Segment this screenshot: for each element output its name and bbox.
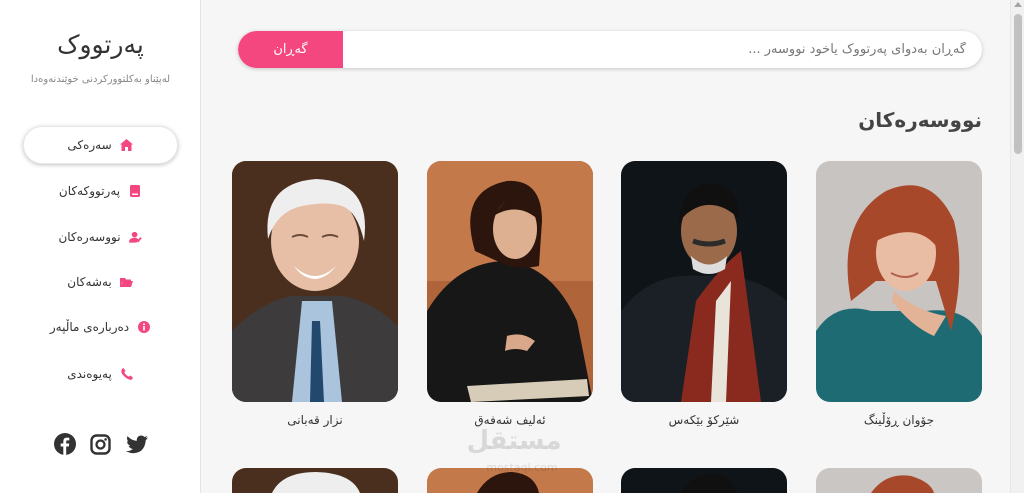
author-name: شێرکۆ بێکەس (668, 413, 740, 427)
author-name: جۆوان ڕۆڵینگ (863, 413, 935, 427)
brand-tagline: لەپێناو بەکلتوورکردنی خوێندنەوەدا (30, 74, 171, 85)
sidebar-item-contact[interactable]: پەیوەندی (23, 355, 178, 393)
brand-logo[interactable]: پەرتووک (0, 30, 201, 59)
search-input[interactable] (343, 31, 982, 68)
section-title-authors: نووسەرەکان (858, 108, 982, 132)
sidebar-item-about[interactable]: دەربارەی ماڵپەر (23, 308, 178, 346)
twitter-icon[interactable] (125, 433, 148, 455)
sidebar-item-home[interactable]: سەرەکی (23, 126, 178, 164)
author-photo (232, 468, 398, 493)
author-card[interactable] (232, 468, 398, 493)
facebook-icon[interactable] (53, 433, 76, 455)
home-icon (120, 138, 134, 152)
social-links (0, 433, 201, 455)
author-card[interactable] (816, 468, 982, 493)
search-bar: گەڕان (238, 31, 982, 68)
folder-icon (120, 275, 134, 289)
author-photo (427, 161, 593, 402)
author-name: ئەلیف شەفەق (474, 413, 546, 427)
sidebar-item-books[interactable]: پەرتووکەکان (23, 172, 178, 210)
author-card[interactable]: شێرکۆ بێکەس (621, 161, 787, 427)
author-card[interactable]: ئەلیف شەفەق (427, 161, 593, 427)
author-photo (621, 161, 787, 402)
author-card[interactable]: نزار قەبانی (232, 161, 398, 427)
watermark-url: mostaql.com (486, 461, 558, 474)
sidebar-item-label: پەرتووکەکان (58, 184, 121, 198)
phone-icon (120, 367, 134, 381)
sidebar-item-label: نووسەرەکان (58, 230, 121, 244)
sidebar-item-label: پەیوەندی (67, 367, 112, 381)
author-photo (232, 161, 398, 402)
sidebar-item-authors[interactable]: نووسەرەکان (23, 218, 178, 256)
scroll-thumb[interactable] (1014, 14, 1022, 154)
author-photo (816, 468, 982, 493)
author-name: نزار قەبانی (287, 413, 343, 427)
book-icon (128, 184, 142, 198)
sidebar-item-label: دەربارەی ماڵپەر (49, 320, 130, 334)
author-photo (621, 468, 787, 493)
sidebar-item-label: سەرەکی (67, 138, 112, 152)
main-content: گەڕان نووسەرەکان جۆوان ڕۆڵینگ (202, 0, 1010, 493)
author-card[interactable]: جۆوان ڕۆڵینگ (816, 161, 982, 427)
author-card[interactable] (621, 468, 787, 493)
author-photo (816, 161, 982, 402)
sidebar-item-label: بەشەکان (67, 275, 112, 289)
instagram-icon[interactable] (90, 433, 112, 455)
info-icon (137, 320, 151, 334)
scroll-up-arrow-icon[interactable] (1014, 2, 1022, 7)
sidebar-item-categories[interactable]: بەشەکان (23, 263, 178, 301)
search-button[interactable]: گەڕان (238, 31, 343, 68)
page-scrollbar[interactable] (1010, 0, 1024, 493)
sidebar: پەرتووک لەپێناو بەکلتوورکردنی خوێندنەوەد… (0, 0, 201, 493)
watermark-logo: مستقل (466, 426, 562, 456)
user-pen-icon (128, 230, 143, 244)
